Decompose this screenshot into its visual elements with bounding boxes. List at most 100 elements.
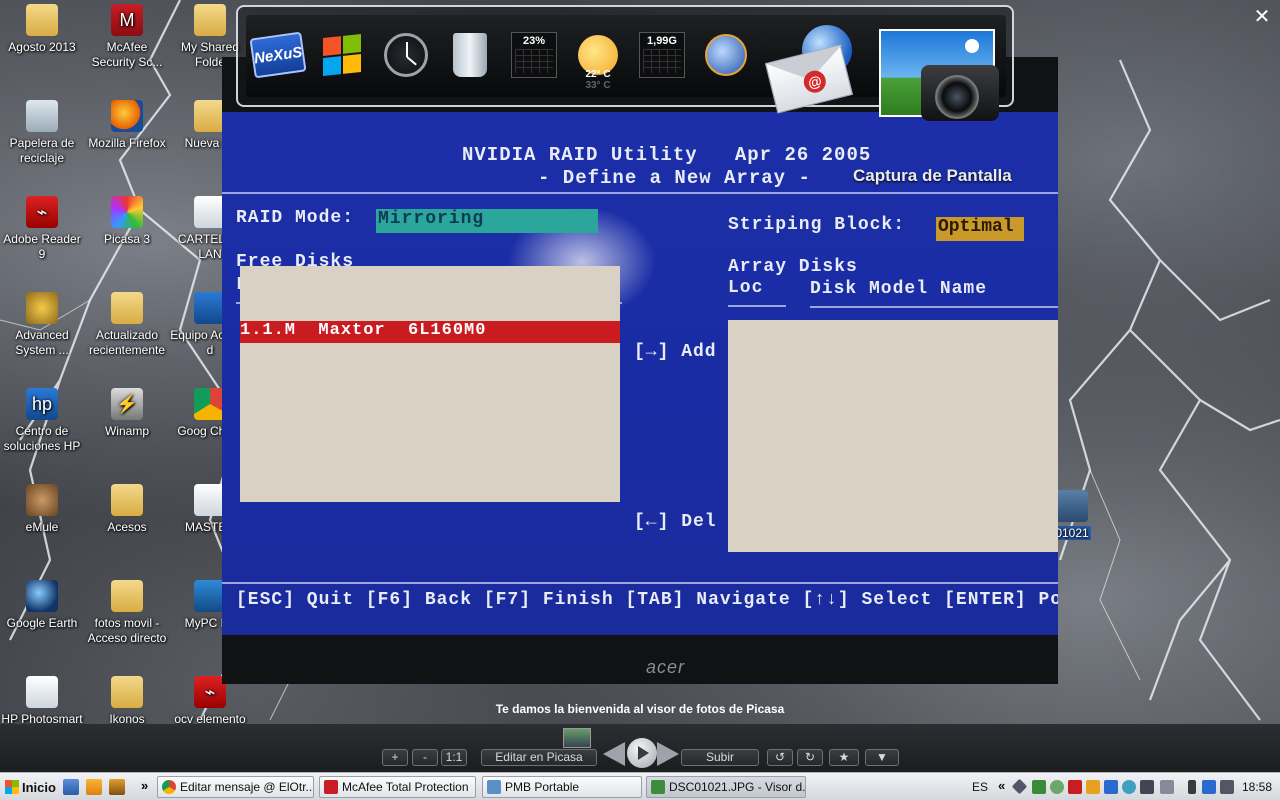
connection-tray-icon[interactable] (1122, 780, 1136, 794)
desktop-icon-mcafee-security-scan[interactable]: M McAfee Security Sc... (85, 4, 169, 70)
desktop-icon-mozilla-firefox[interactable]: Mozilla Firefox (85, 100, 169, 151)
free-disk-row: 1.1.M Maxtor 6L160M0 (240, 321, 620, 343)
camera-icon[interactable] (921, 65, 999, 121)
speaker-tray-icon[interactable] (1220, 780, 1234, 794)
security-shield-tray-icon[interactable] (1068, 780, 1082, 794)
play-slideshow-icon[interactable] (627, 738, 657, 768)
desktop-icon-picasa-3[interactable]: Picasa 3 (85, 196, 169, 247)
desktop-icon-adobe-reader[interactable]: ⌁ Adobe Reader 9 (0, 196, 84, 262)
bios-title: NVIDIA RAID Utility Apr 26 2005 (462, 144, 872, 166)
desktop-icon-recycle-bin[interactable]: Papelera de reciclaje (0, 100, 84, 166)
dock-item-cpu-meter[interactable]: 23% (508, 29, 560, 81)
bios-subtitle: - Define a New Array - (538, 167, 811, 189)
desktop-icon-winamp[interactable]: ⚡ Winamp (85, 388, 169, 439)
desktop-icon-emule[interactable]: eMule (0, 484, 84, 535)
folder-icon (194, 4, 226, 36)
raid-mode-label: RAID Mode: (236, 208, 355, 228)
start-label: Inicio (22, 779, 56, 795)
camera-lens-icon (935, 75, 979, 119)
wifi-tray-icon[interactable] (1202, 780, 1216, 794)
dock-item-nexus[interactable]: NeXuS (249, 29, 307, 81)
tray-expand-button[interactable]: « (998, 778, 1005, 793)
network-tray-icon[interactable] (1011, 778, 1028, 795)
add-key-label: [→] Add (634, 342, 717, 362)
recycle-bin-icon (453, 33, 487, 77)
desktop-icon-google-earth[interactable]: Google Earth (0, 580, 84, 631)
dock-item-clock[interactable] (380, 29, 432, 81)
emule-icon (26, 484, 58, 516)
language-indicator[interactable]: ES (972, 780, 988, 794)
media-player-icon[interactable] (86, 779, 102, 795)
desktop-icon-agosto-2013[interactable]: Agosto 2013 (0, 4, 84, 55)
cpu-meter-value: 23% (522, 35, 546, 47)
dock-item-start[interactable] (316, 29, 368, 81)
rotate-left-button[interactable]: ↺ (767, 749, 793, 766)
dock-item-network[interactable] (700, 29, 752, 81)
viewer-close-button[interactable]: ✕ (1248, 4, 1276, 30)
dock-item-recycle-bin[interactable] (444, 29, 496, 81)
task-button-mcafee[interactable]: McAfee Total Protection (319, 776, 476, 798)
start-button[interactable]: Inicio (2, 776, 56, 798)
battery-tray-icon[interactable] (1188, 780, 1196, 794)
winamp-quicklaunch-icon[interactable] (109, 779, 125, 795)
ram-meter-value: 1,99G (647, 35, 677, 47)
actual-size-button[interactable]: 1:1 (441, 749, 467, 766)
volume-tray-icon[interactable] (1160, 780, 1174, 794)
zoom-in-button[interactable]: + (382, 749, 408, 766)
rotate-right-button[interactable]: ↻ (797, 749, 823, 766)
folder-icon (111, 580, 143, 612)
weather-secondary: 33° C (585, 80, 611, 91)
desktop-icon-fotos-movil[interactable]: fotos movil - Acceso directo (85, 580, 169, 646)
folder-icon (111, 292, 143, 324)
picasa-icon (111, 196, 143, 228)
at-sign-icon: @ (801, 68, 829, 96)
desktop-icon-centro-soluciones-hp[interactable]: hp Centro de soluciones HP (0, 388, 84, 454)
zoom-out-button[interactable]: - (412, 749, 438, 766)
windows-taskbar: Inicio » Editar mensaje @ ElOtr... McAfe… (0, 772, 1280, 800)
filmstrip-thumbnail[interactable] (563, 728, 591, 748)
divider (810, 306, 1058, 308)
antivirus-tray-icon[interactable] (1086, 780, 1100, 794)
task-button-chrome[interactable]: Editar mensaje @ ElOtr... (157, 776, 314, 798)
slideshow-controls (603, 738, 679, 772)
mcafee-icon: M (111, 4, 143, 36)
desktop-icon-actualizado-recientemente[interactable]: Actualizado recientemente (85, 292, 169, 358)
chrome-icon (162, 780, 176, 794)
picasa-viewer-icon (651, 780, 665, 794)
star-button[interactable]: ★ (829, 749, 859, 766)
bios-raid-screen: NVIDIA RAID Utility Apr 26 2005 - Define… (222, 112, 1058, 635)
picasa-viewer-toolbar: + - 1:1 Editar en Picasa Subir ↺ ↻ ★ ▼ (0, 724, 1280, 772)
tray-clock[interactable]: 18:58 (1242, 780, 1272, 794)
update-tray-icon[interactable] (1104, 780, 1118, 794)
divider (728, 305, 786, 307)
array-disks-list (728, 320, 1058, 552)
edit-in-picasa-button[interactable]: Editar en Picasa (481, 749, 597, 766)
photo-viewer-image[interactable]: NVIDIA RAID Utility Apr 26 2005 - Define… (222, 57, 1058, 684)
task-button-pmb[interactable]: PMB Portable (482, 776, 642, 798)
firefox-icon (111, 100, 143, 132)
viewer-caption: Te damos la bienvenida al visor de fotos… (495, 702, 785, 716)
striping-value: Optimal (936, 217, 1024, 241)
clock-icon (384, 33, 428, 77)
task-button-picasa-viewer[interactable]: DSC01021.JPG - Visor d... (646, 776, 806, 798)
sync-tray-icon[interactable] (1050, 780, 1064, 794)
upload-button[interactable]: Subir (681, 749, 759, 766)
striping-label: Striping Block: (728, 215, 906, 235)
flag-tray-icon[interactable] (1032, 780, 1046, 794)
previous-arrow-icon[interactable] (603, 742, 625, 766)
next-arrow-icon[interactable] (657, 742, 679, 766)
mcafee-icon (324, 780, 338, 794)
del-key-label: [←] Del (634, 512, 717, 532)
quicklaunch-overflow[interactable]: » (141, 778, 148, 793)
system-tray: ES « 18:58 (966, 773, 1280, 800)
desktop-icon-acesos[interactable]: Acesos (85, 484, 169, 535)
show-desktop-icon[interactable] (63, 779, 79, 795)
winamp-icon: ⚡ (111, 388, 143, 420)
dock-item-ram-meter[interactable]: 1,99G (636, 29, 688, 81)
monitor-brand-logo: acer (646, 657, 686, 677)
more-options-button[interactable]: ▼ (865, 749, 899, 766)
dock-item-weather[interactable]: 22° C 33° C (572, 29, 624, 91)
monitor-tray-icon[interactable] (1140, 780, 1154, 794)
screenshot-caption: Captura de Pantalla (853, 166, 1012, 185)
desktop-icon-advanced-system[interactable]: Advanced System ... (0, 292, 84, 358)
